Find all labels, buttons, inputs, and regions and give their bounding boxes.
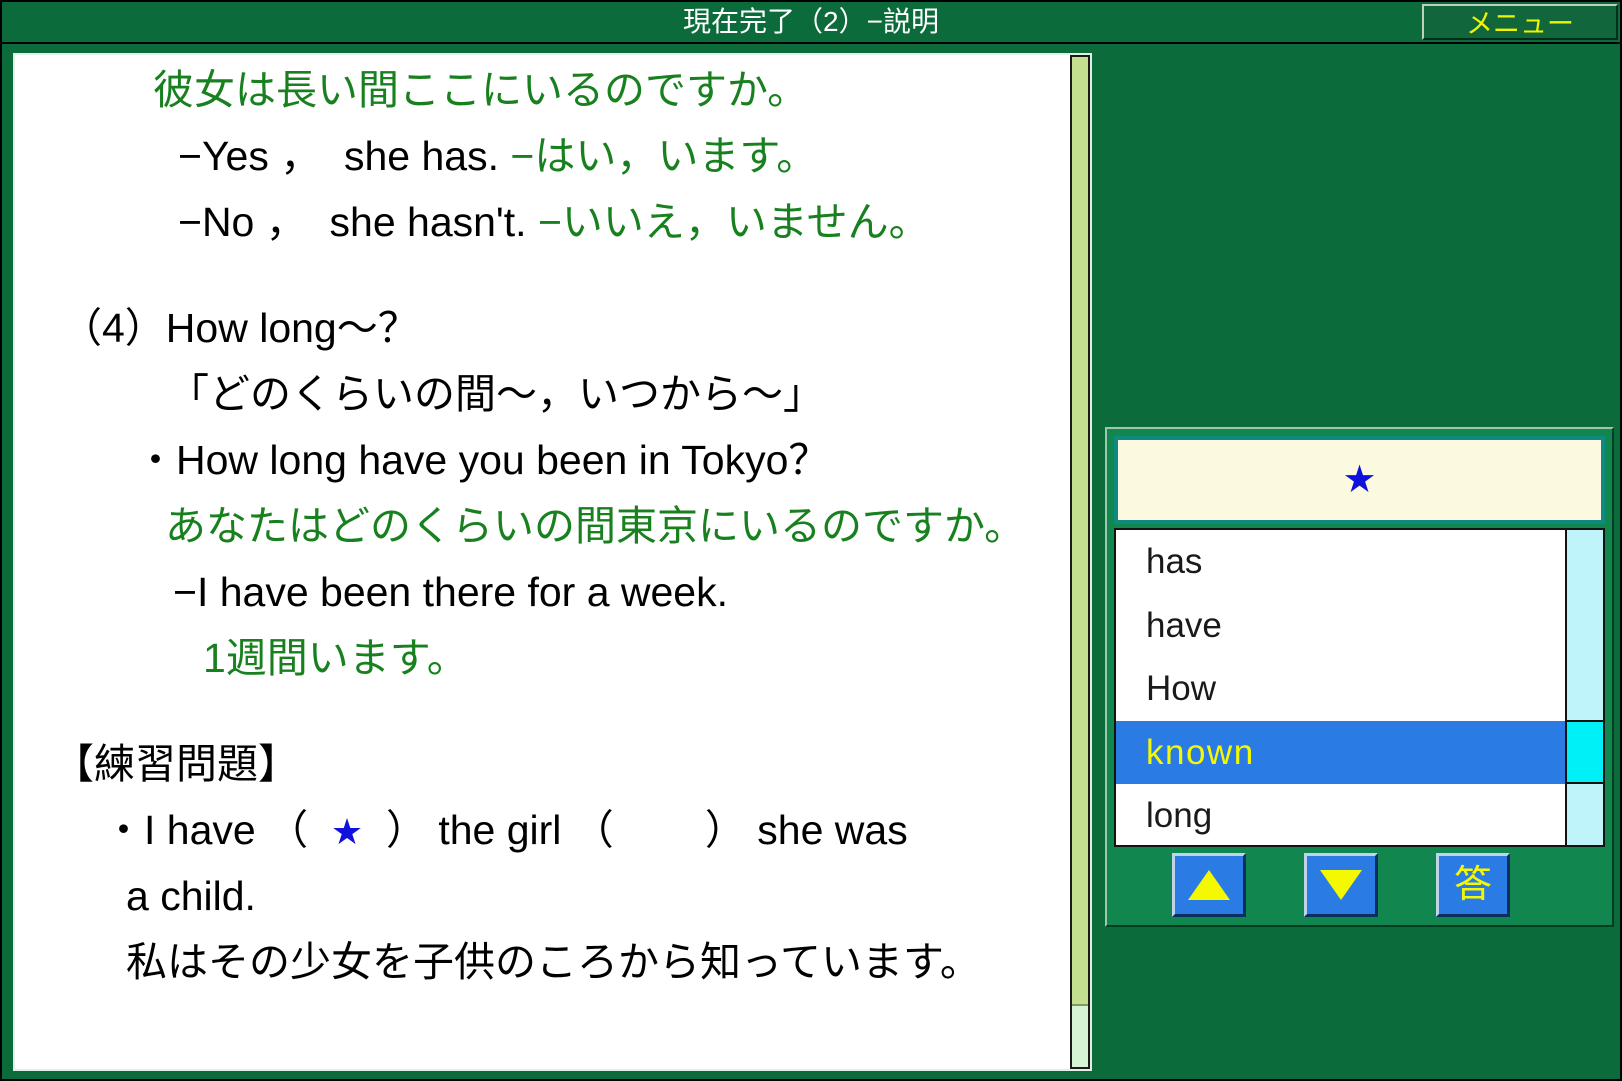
lesson-text-run: −はい，います。: [510, 133, 818, 179]
lesson-line: あなたはどのくらいの間東京にいるのですか。: [13, 493, 1068, 559]
lesson-text-run: ・I have （: [103, 807, 331, 853]
lesson-line: −Yes ， she has. −はい，います。: [13, 123, 1068, 189]
lesson-line: 彼女は長い間ここにいるのですか。: [13, 57, 1068, 123]
lesson-text-run: ・How long have you been in Tokyo？: [135, 437, 830, 483]
scroll-up-button[interactable]: [1172, 853, 1246, 917]
word-list-item[interactable]: has: [1116, 530, 1565, 594]
app-window: 現在完了（2）−説明 メニュー 彼女は長い間ここにいるのですか。 −Yes ， s…: [0, 0, 1622, 1081]
lesson-line: [13, 691, 1068, 731]
word-list-item[interactable]: known: [1116, 720, 1565, 784]
word-list-items: has have How known long: [1116, 530, 1565, 845]
word-list-item[interactable]: long: [1116, 784, 1565, 845]
lesson-line: 「どのくらいの間〜，いつから〜」: [13, 361, 1068, 427]
quiz-button-row: 答: [1114, 849, 1605, 921]
page-title: 現在完了（2）−説明: [683, 6, 939, 37]
menu-button[interactable]: メニュー: [1422, 4, 1618, 40]
lesson-line: 私はその少女を子供のころから知っています。: [13, 929, 1068, 995]
lesson-line: a child.: [13, 863, 1068, 929]
lesson-text-run: 彼女は長い間ここにいるのですか。: [153, 67, 809, 113]
lesson-text-run: ） the girl （ ） she was: [363, 807, 908, 853]
word-list-scroll-thumb[interactable]: [1567, 720, 1603, 784]
triangle-up-icon: [1188, 870, 1230, 900]
lesson-text-run: −いいえ，いません。: [537, 199, 930, 245]
lesson-text-run: −Yes ， she has.: [178, 133, 511, 179]
content-scroll-track[interactable]: [1072, 1006, 1088, 1067]
answer-display-box: ★: [1114, 436, 1605, 524]
title-bar: 現在完了（2）−説明 メニュー: [2, 2, 1620, 44]
quiz-panel: ★ has have How known long 答: [1105, 427, 1614, 927]
scroll-down-button[interactable]: [1304, 853, 1378, 917]
star-icon: ★: [1342, 459, 1377, 501]
lesson-text-run: 私はその少女を子供のころから知っています。: [126, 939, 981, 985]
show-answer-button[interactable]: 答: [1436, 853, 1510, 917]
word-list-item[interactable]: How: [1116, 657, 1565, 721]
lesson-text-run: 【練習問題】: [53, 741, 299, 787]
right-panel: ★ has have How known long 答: [1099, 50, 1618, 1073]
lesson-text-run: 「どのくらいの間〜，いつから〜」: [168, 371, 824, 417]
word-list-scrollbar[interactable]: [1565, 530, 1603, 845]
content-vertical-scrollbar[interactable]: [1070, 55, 1090, 1069]
lesson-line: [13, 255, 1068, 295]
content-scroll-thumb[interactable]: [1072, 57, 1088, 1007]
lesson-line: −No ， she hasn't. −いいえ，いません。: [13, 189, 1068, 255]
lesson-text-run: −I have been there for a week.: [173, 569, 729, 615]
word-choice-list: has have How known long: [1114, 528, 1605, 847]
lesson-line: 【練習問題】: [13, 731, 1068, 797]
lesson-line: −I have been there for a week.: [13, 559, 1068, 625]
lesson-text-run: （4）How long〜？: [61, 305, 419, 351]
lesson-line: 1週間います。: [13, 625, 1068, 691]
lesson-text-run: ★: [330, 811, 364, 852]
lesson-scroll-area: 彼女は長い間ここにいるのですか。 −Yes ， she has. −はい，います。…: [13, 53, 1068, 1071]
word-list-item[interactable]: have: [1116, 593, 1565, 657]
lesson-text-run: 1週間います。: [203, 635, 468, 681]
lesson-text-run: a child.: [126, 873, 256, 919]
lesson-content-pane: 彼女は長い間ここにいるのですか。 −Yes ， she has. −はい，います。…: [10, 50, 1095, 1074]
lesson-line: （4）How long〜？: [13, 295, 1068, 361]
lesson-text-run: あなたはどのくらいの間東京にいるのですか。: [165, 503, 1026, 549]
show-answer-label: 答: [1453, 864, 1492, 906]
lesson-text-run: −No ， she hasn't.: [178, 199, 538, 245]
lesson-text: 彼女は長い間ここにいるのですか。 −Yes ， she has. −はい，います。…: [13, 57, 1068, 995]
triangle-down-icon: [1320, 870, 1362, 900]
lesson-line: ・How long have you been in Tokyo？: [13, 427, 1068, 493]
lesson-line: ・I have （ ★ ） the girl （ ） she was: [13, 797, 1068, 863]
